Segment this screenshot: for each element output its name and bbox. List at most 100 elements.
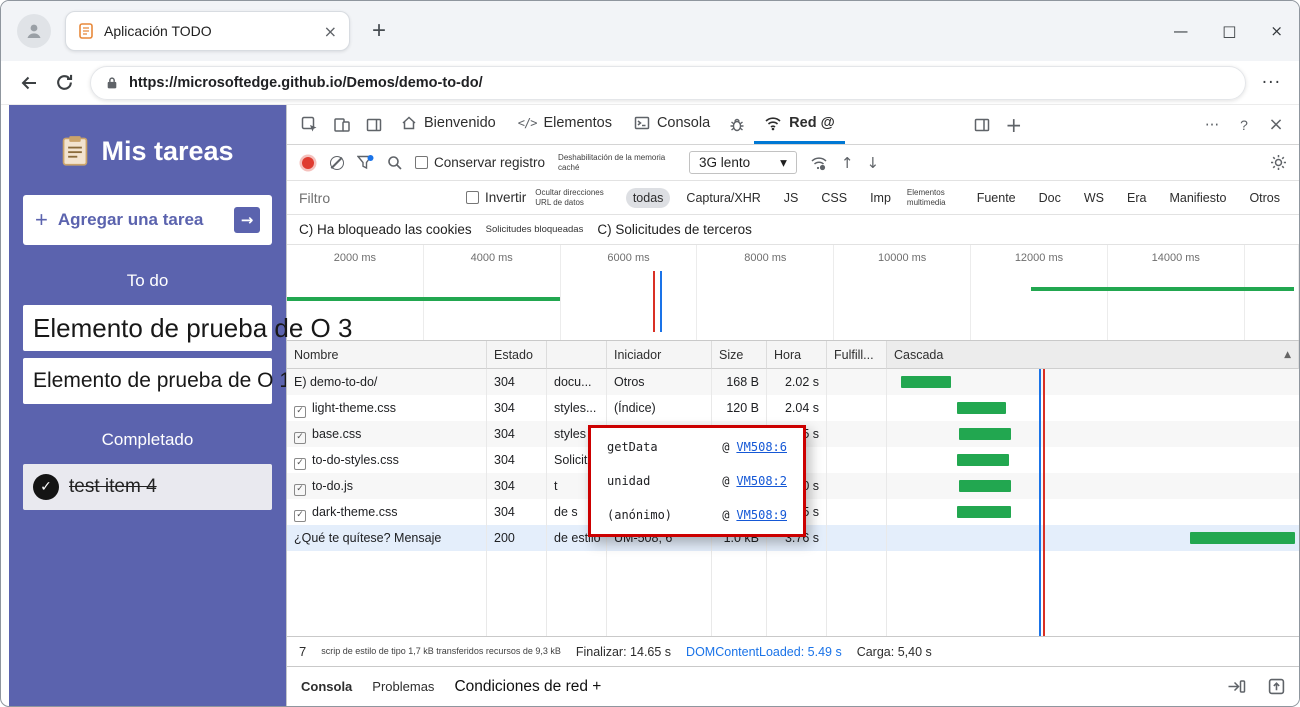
- device-toolbar-icon[interactable]: [327, 111, 357, 139]
- request-row[interactable]: E) demo-to-do/ 304 docu... Otros 168 B 2…: [287, 369, 1299, 395]
- filter-icon[interactable]: [357, 155, 374, 170]
- browser-menu-icon[interactable]: ···: [1262, 73, 1281, 93]
- console-icon: [634, 115, 650, 131]
- tab-elements[interactable]: </> Elementos: [508, 105, 622, 144]
- help-icon[interactable]: ?: [1229, 111, 1259, 139]
- checkbox-icon: [415, 156, 428, 169]
- record-icon[interactable]: [302, 156, 314, 169]
- app-title-row: Mis tareas: [23, 135, 272, 167]
- maximize-button[interactable]: □: [1222, 22, 1236, 40]
- col-header-fulfilled[interactable]: Fulfill...: [827, 341, 887, 369]
- profile-avatar[interactable]: [17, 14, 51, 48]
- network-status-bar: 7 scrip de estilo de tipo 1,7 kB transfe…: [287, 636, 1299, 666]
- load-marker: [653, 271, 656, 332]
- col-header-waterfall[interactable]: Cascada ▲: [887, 341, 1299, 369]
- devtools-panel: Bienvenido </> Elementos Consola Red @ +…: [286, 105, 1299, 706]
- col-header-type[interactable]: [547, 341, 607, 369]
- arrow-right-icon: →: [234, 207, 260, 233]
- transfer-summary: scrip de estilo de tipo 1,7 kB transferi…: [321, 645, 561, 656]
- filter-pill-doc[interactable]: Doc: [1032, 188, 1068, 208]
- tab-welcome[interactable]: Bienvenido: [391, 105, 506, 144]
- dock-side-icon[interactable]: [967, 111, 997, 139]
- search-icon[interactable]: [387, 155, 402, 170]
- tick-label: 12000 ms: [1014, 252, 1064, 264]
- stack-frame: unidad @ VM508:2: [607, 474, 787, 488]
- filter-pill-img[interactable]: Imp: [863, 188, 898, 208]
- check-icon: ✓: [33, 474, 59, 500]
- stack-frame: getData @ VM508:6: [607, 440, 787, 454]
- devtools-menu-icon[interactable]: ···: [1197, 111, 1227, 139]
- filter-pill-js[interactable]: JS: [777, 188, 806, 208]
- network-toolbar: Conservar registro Deshabilitación de la…: [287, 145, 1299, 181]
- col-header-status[interactable]: Estado: [487, 341, 547, 369]
- drawer-tab-problems[interactable]: Problemas: [372, 679, 434, 694]
- settings-gear-icon[interactable]: [1270, 154, 1287, 171]
- col-header-size[interactable]: Size: [712, 341, 767, 369]
- network-conditions-icon[interactable]: [810, 155, 828, 171]
- request-row[interactable]: ✓ light-theme.css 304 styles... (Índice) …: [287, 395, 1299, 421]
- todo-item[interactable]: Elemento de prueba de O 3: [23, 305, 352, 351]
- function-name: getData: [607, 440, 658, 454]
- address-bar[interactable]: https://microsoftedge.github.io/Demos/de…: [90, 65, 1246, 100]
- export-har-icon[interactable]: ↓: [866, 154, 879, 172]
- tab-console[interactable]: Consola: [624, 105, 720, 144]
- expand-drawer-icon[interactable]: [1268, 678, 1285, 695]
- tab-close-icon[interactable]: ×: [324, 22, 337, 41]
- add-task-button[interactable]: + Agregar una tarea →: [23, 195, 272, 245]
- blocked-cookies-checkbox[interactable]: C) Ha bloqueado las cookies: [299, 222, 472, 237]
- filter-pill-font[interactable]: Fuente: [970, 188, 1023, 208]
- source-link[interactable]: VM508:9: [736, 508, 787, 522]
- col-header-time[interactable]: Hora: [767, 341, 827, 369]
- tab-network[interactable]: Red @: [754, 105, 845, 144]
- clear-drawer-icon[interactable]: [1227, 679, 1246, 694]
- source-link[interactable]: VM508:6: [736, 440, 787, 454]
- back-icon[interactable]: [19, 73, 39, 93]
- more-tabs-icon[interactable]: +: [999, 111, 1029, 139]
- import-har-icon[interactable]: ↑: [841, 154, 854, 172]
- reload-icon[interactable]: [55, 73, 74, 92]
- browser-tab[interactable]: Aplicación TODO ×: [65, 11, 350, 51]
- bug-icon[interactable]: [722, 111, 752, 139]
- table-header-row: Nombre Estado Iniciador Size Hora Fulfil…: [287, 341, 1299, 369]
- col-header-initiator[interactable]: Iniciador: [607, 341, 712, 369]
- filter-pill-css[interactable]: CSS: [814, 188, 854, 208]
- requests-count: 7: [299, 644, 307, 659]
- finish-time: Finalizar: 14.65 s: [575, 644, 672, 659]
- throttling-select[interactable]: 3G lento ▾: [689, 151, 797, 174]
- tab-favicon-icon: [78, 23, 94, 39]
- filter-pill-ws[interactable]: WS: [1077, 188, 1111, 208]
- request-name: light-theme.css: [312, 401, 397, 415]
- filter-pill-manifest[interactable]: Manifiesto: [1162, 188, 1233, 208]
- network-overview[interactable]: 2000 ms 4000 ms 6000 ms 8000 ms 10000 ms…: [287, 245, 1299, 341]
- code-icon: </>: [517, 116, 538, 130]
- minimize-button[interactable]: —: [1173, 22, 1188, 40]
- drawer-tab-console[interactable]: Consola: [301, 679, 352, 694]
- inspect-icon[interactable]: [295, 111, 325, 139]
- filter-pill-wasm[interactable]: Era: [1120, 188, 1153, 208]
- invert-checkbox[interactable]: Invertir: [466, 190, 526, 205]
- table-filler: [287, 551, 1299, 636]
- blocked-requests-checkbox[interactable]: Solicitudes bloqueadas: [486, 224, 584, 235]
- clear-icon[interactable]: [330, 155, 344, 170]
- filter-input[interactable]: [299, 189, 457, 206]
- preserve-log-checkbox[interactable]: Conservar registro: [415, 155, 545, 170]
- app-title: Mis tareas: [101, 135, 234, 166]
- browser-navbar: https://microsoftedge.github.io/Demos/de…: [1, 61, 1299, 105]
- filter-pill-fetch-xhr[interactable]: Captura/XHR: [679, 188, 767, 208]
- site-info-icon[interactable]: [105, 76, 119, 90]
- todo-item[interactable]: Elemento de prueba de O 1: [23, 358, 291, 404]
- browser-window: Aplicación TODO × + — □ × https://micros…: [0, 0, 1300, 707]
- window-close-button[interactable]: ×: [1270, 22, 1283, 40]
- url-text: https://microsoftedge.github.io/Demos/de…: [129, 74, 483, 91]
- completed-item[interactable]: ✓ test item 4: [23, 464, 272, 510]
- filter-pill-all[interactable]: todas: [625, 187, 671, 208]
- source-link[interactable]: VM508:2: [736, 474, 787, 488]
- dcl-marker: [660, 271, 663, 332]
- network-conditions-label[interactable]: Condiciones de red +: [454, 678, 601, 696]
- third-party-checkbox[interactable]: C) Solicitudes de terceros: [597, 222, 752, 237]
- col-header-name[interactable]: Nombre: [287, 341, 487, 369]
- focus-panel-icon[interactable]: [359, 111, 389, 139]
- new-tab-button[interactable]: +: [372, 17, 386, 45]
- filter-pill-other[interactable]: Otros: [1242, 188, 1287, 208]
- devtools-close-icon[interactable]: ×: [1261, 111, 1291, 139]
